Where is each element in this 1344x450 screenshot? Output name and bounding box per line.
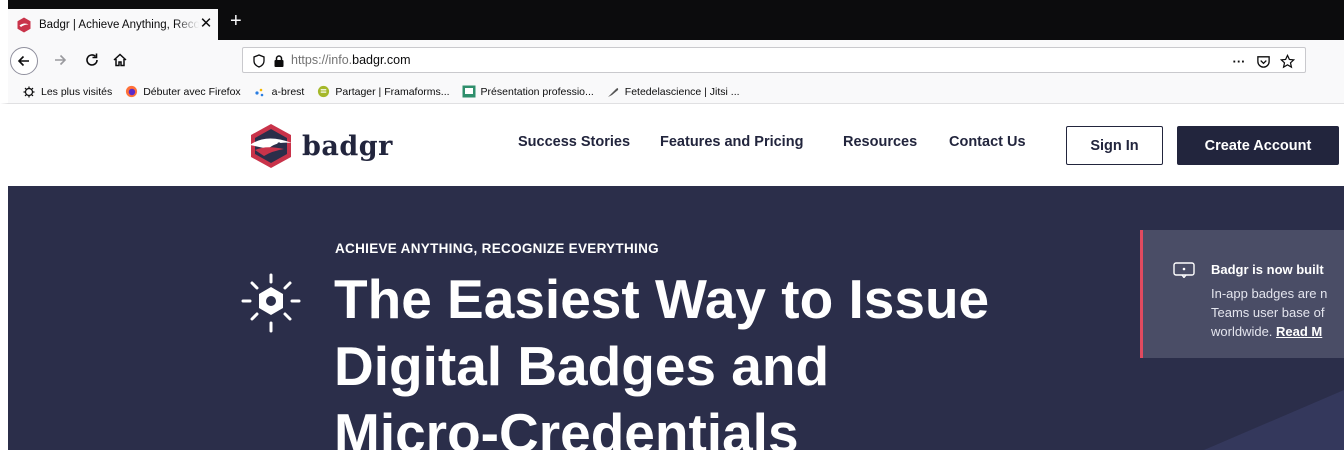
bookmark-item[interactable]: Fetedelascience | Jitsi ...: [606, 85, 740, 99]
back-icon[interactable]: [10, 47, 38, 75]
navigation-toolbar: https://info.badgr.com ···: [0, 40, 1344, 80]
dots-icon: [253, 85, 267, 99]
headline-line: Micro-Credentials: [334, 402, 799, 450]
badgr-logo[interactable]: badgr: [246, 123, 393, 169]
url-text: https://info.badgr.com: [291, 53, 411, 67]
page-actions-icon[interactable]: ···: [1229, 53, 1249, 69]
tab-title: Badgr | Achieve Anything, Recognize Ever…: [39, 18, 199, 31]
read-more-link[interactable]: Read M: [1276, 324, 1322, 339]
slides-icon: [462, 85, 476, 99]
forward-icon[interactable]: [49, 49, 71, 71]
badger-logo-icon: [250, 124, 292, 168]
tab-strip: Badgr | Achieve Anything, Recognize Ever…: [0, 0, 1344, 40]
bookmarks-toolbar: Les plus visités Débuter avec Firefox a-…: [0, 80, 1344, 104]
gear-icon: [22, 85, 36, 99]
shield-icon[interactable]: [251, 53, 267, 69]
badgr-favicon-icon: [17, 17, 31, 32]
home-icon[interactable]: [109, 49, 131, 71]
menu-success-stories[interactable]: Success Stories: [518, 134, 630, 150]
close-tab-icon[interactable]: ✕: [198, 16, 214, 32]
announcement-title: Badgr is now built: [1211, 262, 1324, 277]
site-header: badgr Success Stories Features and Prici…: [0, 104, 1344, 186]
menu-contact-us[interactable]: Contact Us: [949, 134, 1026, 150]
menu-features-pricing[interactable]: Features and Pricing: [660, 134, 803, 150]
lock-icon[interactable]: [271, 53, 287, 69]
bookmark-item[interactable]: Les plus visités: [22, 85, 112, 99]
firefox-icon: [124, 85, 138, 99]
new-tab-button[interactable]: +: [230, 11, 242, 31]
hero-eyebrow: ACHIEVE ANYTHING, RECOGNIZE EVERYTHING: [335, 241, 659, 256]
pocket-icon[interactable]: [1255, 53, 1271, 69]
hero-section: ACHIEVE ANYTHING, RECOGNIZE EVERYTHING T…: [8, 186, 1344, 450]
reload-icon[interactable]: [81, 49, 103, 71]
bookmark-item[interactable]: Débuter avec Firefox: [124, 85, 241, 99]
create-account-button[interactable]: Create Account: [1177, 126, 1339, 165]
menu-resources[interactable]: Resources: [843, 134, 917, 150]
lightbulb-idea-icon: [241, 273, 301, 333]
bookmark-item[interactable]: Partager | Framaforms...: [316, 85, 450, 99]
browser-tab[interactable]: Badgr | Achieve Anything, Recognize Ever…: [8, 9, 218, 40]
announcement-body: In-app badges are n Teams user base of w…: [1211, 286, 1328, 339]
headline-line: Digital Badges and: [334, 335, 830, 397]
star-icon[interactable]: [1279, 53, 1295, 69]
hero-decoration: [1204, 390, 1344, 450]
logo-text: badgr: [302, 130, 393, 162]
sign-in-button[interactable]: Sign In: [1066, 126, 1163, 165]
bookmark-item[interactable]: Présentation professio...: [462, 85, 594, 99]
framaforms-icon: [316, 85, 330, 99]
hero-headline: The Easiest Way to Issue Digital Badges …: [334, 266, 1134, 450]
headline-line: The Easiest Way to Issue: [334, 268, 990, 330]
announcement-banner: Badgr is now built In-app badges are n T…: [1140, 230, 1344, 358]
bookmark-item[interactable]: a-brest: [253, 85, 304, 99]
message-icon: [1173, 262, 1195, 278]
url-bar[interactable]: https://info.badgr.com ···: [242, 47, 1306, 73]
feather-icon: [606, 85, 620, 99]
